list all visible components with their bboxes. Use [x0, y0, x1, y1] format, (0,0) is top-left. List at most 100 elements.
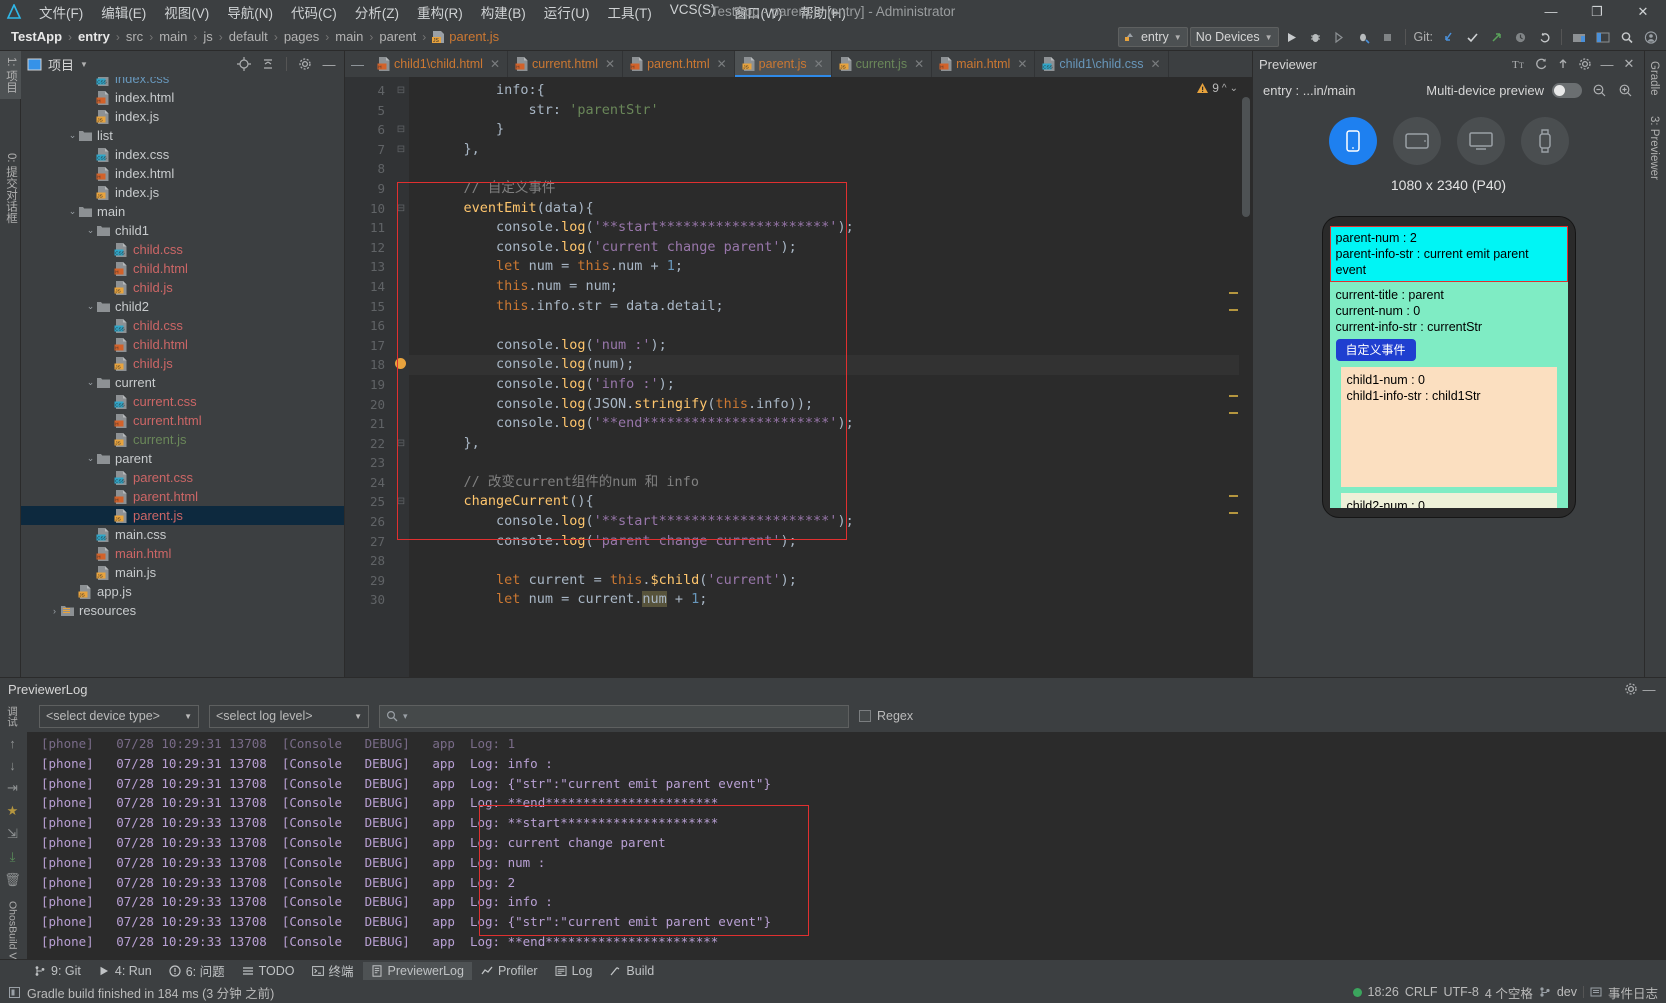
code-line-25[interactable]: changeCurrent(){ [409, 492, 1252, 512]
fold-toggle-icon[interactable]: ⊟ [393, 492, 409, 512]
tree-item-child-html[interactable]: Hchild.html [21, 259, 344, 278]
soft-wrap-icon[interactable]: ⇥ [7, 780, 18, 796]
text-size-icon[interactable]: TT [1510, 55, 1528, 73]
breadcrumb-item-4[interactable]: js [200, 29, 215, 44]
device-type-select[interactable]: <select device type> ▼ [39, 704, 199, 728]
code-line-22[interactable]: }, [409, 434, 1252, 454]
tree-item-index-js[interactable]: JS index.js [21, 183, 344, 202]
tree-item-child-html[interactable]: Hchild.html [21, 335, 344, 354]
menu-item-7[interactable]: 构建(B) [472, 0, 535, 24]
menu-item-8[interactable]: 运行(U) [535, 0, 599, 24]
menu-item-6[interactable]: 重构(R) [408, 0, 472, 24]
tree-item-index-js[interactable]: JS index.js [21, 107, 344, 126]
zoom-in-icon[interactable] [1616, 81, 1634, 99]
tool-window-9--git[interactable]: 9: Git [26, 962, 89, 980]
code-line-7[interactable]: }, [409, 140, 1252, 160]
file-encoding[interactable]: UTF-8 [1443, 985, 1478, 999]
debug-icon[interactable] [1305, 26, 1327, 48]
editor-tab-current-html[interactable]: Hcurrent.html ✕ [508, 51, 624, 77]
close-icon[interactable]: ✕ [717, 57, 727, 71]
menu-item-0[interactable]: 文件(F) [30, 0, 92, 24]
code-line-30[interactable]: let num = current.num + 1; [409, 590, 1252, 610]
regex-checkbox[interactable]: Regex [859, 709, 913, 723]
tree-item-parent-html[interactable]: Hparent.html [21, 487, 344, 506]
editor-scroll-thumb[interactable] [1242, 97, 1250, 217]
event-log-label[interactable]: 事件日志 [1608, 983, 1658, 1002]
close-icon[interactable]: ✕ [605, 57, 615, 71]
tree-item-index-css[interactable]: CSS index.css [21, 77, 344, 88]
menu-item-4[interactable]: 代码(C) [282, 0, 346, 24]
intention-bulb-icon[interactable] [395, 358, 406, 369]
hide-panel-icon[interactable]: — [1598, 55, 1616, 73]
run-icon[interactable] [1281, 26, 1303, 48]
layout-icon[interactable] [1592, 26, 1614, 48]
tree-item-parent-css[interactable]: CSS parent.css [21, 468, 344, 487]
tool-window-profiler[interactable]: Profiler [473, 962, 546, 980]
tree-item-child-js[interactable]: JS child.js [21, 278, 344, 297]
prev-problem-icon[interactable]: ^ [1222, 83, 1227, 94]
code-line-10[interactable]: eventEmit(data){ [409, 199, 1252, 219]
collapse-all-icon[interactable] [259, 55, 277, 73]
breadcrumb-item-3[interactable]: main [156, 29, 190, 44]
code-line-8[interactable] [409, 159, 1252, 179]
code-line-28[interactable] [409, 551, 1252, 571]
chevron-icon[interactable]: ⌄ [85, 453, 96, 464]
profile-icon[interactable] [1353, 26, 1375, 48]
zoom-out-icon[interactable] [1590, 81, 1608, 99]
fold-toggle-icon[interactable]: ⊟ [393, 434, 409, 454]
editor-tab-parent-html[interactable]: Hparent.html ✕ [623, 51, 735, 77]
breadcrumb-item-2[interactable]: src [123, 29, 146, 44]
editor-tab-main-html[interactable]: Hmain.html ✕ [932, 51, 1036, 77]
undo-icon[interactable] [1533, 26, 1555, 48]
log-row[interactable]: [phone] 07/28 10:29:33 13708 [Console DE… [27, 873, 1666, 893]
code-line-14[interactable]: this.num = num; [409, 277, 1252, 297]
log-row[interactable]: [phone] 07/28 10:29:31 13708 [Console DE… [27, 774, 1666, 794]
tablet-device-icon[interactable] [1392, 117, 1441, 165]
menu-item-5[interactable]: 分析(Z) [346, 0, 408, 24]
breadcrumb-item-8[interactable]: parent [376, 29, 419, 44]
code-line-16[interactable] [409, 316, 1252, 336]
editor-tab-parent-js[interactable]: JS parent.js ✕ [734, 51, 832, 77]
account-icon[interactable] [1640, 26, 1662, 48]
log-row[interactable]: [phone] 07/28 10:29:33 13708 [Console DE… [27, 892, 1666, 912]
code-line-29[interactable]: let current = this.$child('current'); [409, 571, 1252, 591]
tree-item-main-js[interactable]: JS main.js [21, 563, 344, 582]
tree-item-resources[interactable]: › resources [21, 601, 344, 620]
tool-window-build[interactable]: Build [601, 962, 662, 980]
close-icon[interactable]: ✕ [914, 57, 924, 71]
tree-item-index-css[interactable]: CSS index.css [21, 145, 344, 164]
upload-icon[interactable] [1554, 55, 1572, 73]
bookmark-icon[interactable]: ★ [7, 803, 19, 819]
custom-event-button[interactable]: 自定义事件 [1335, 339, 1416, 361]
log-row[interactable]: [phone] 07/28 10:29:33 13708 [Console DE… [27, 912, 1666, 932]
code-line-11[interactable]: console.log('**start********************… [409, 218, 1252, 238]
tool-window-4--run[interactable]: 4: Run [90, 962, 160, 980]
breadcrumb-file[interactable]: JS parent.js [429, 29, 502, 44]
code-line-9[interactable]: // 自定义事件 [409, 179, 1252, 199]
tool-window-6----[interactable]: 6: 问题 [161, 959, 233, 982]
fold-toggle-icon[interactable]: ⊟ [393, 199, 409, 219]
fold-toggle-icon[interactable]: ⊟ [393, 81, 409, 101]
phone-device-icon[interactable] [1328, 117, 1377, 165]
log-row[interactable]: [phone] 07/28 10:29:33 13708 [Console DE… [27, 932, 1666, 952]
log-output[interactable]: [phone] 07/28 10:29:31 13708 [Console DE… [27, 732, 1666, 959]
code-line-18[interactable]: console.log(num); [409, 355, 1252, 375]
indent-setting[interactable]: 4 个空格 [1485, 983, 1533, 1002]
tool-window-todo[interactable]: TODO [234, 962, 303, 980]
editor-tab-current-js[interactable]: JS current.js ✕ [832, 51, 933, 77]
fold-toggle-icon[interactable]: ⊟ [393, 140, 409, 160]
log-row[interactable]: [phone] 07/28 10:29:31 13708 [Console DE… [27, 754, 1666, 774]
tree-item-child2[interactable]: ⌄ child2 [21, 297, 344, 316]
editor-tab-child1-child-html[interactable]: Hchild1\child.html ✕ [370, 51, 508, 77]
gear-icon[interactable] [1576, 55, 1594, 73]
code-line-17[interactable]: console.log('num :'); [409, 336, 1252, 356]
close-icon[interactable]: ✕ [814, 57, 824, 71]
preview-screen[interactable]: parent-num : 2 parent-info-str : current… [1329, 226, 1568, 508]
chevron-icon[interactable]: ⌄ [85, 377, 96, 388]
refresh-icon[interactable] [1532, 55, 1550, 73]
tree-item-child1[interactable]: ⌄ child1 [21, 221, 344, 240]
tree-item-main-html[interactable]: Hmain.html [21, 544, 344, 563]
device-type-selector[interactable] [1253, 103, 1644, 165]
line-separator[interactable]: CRLF [1405, 985, 1438, 999]
code-line-20[interactable]: console.log(JSON.stringify(this.info)); [409, 395, 1252, 415]
